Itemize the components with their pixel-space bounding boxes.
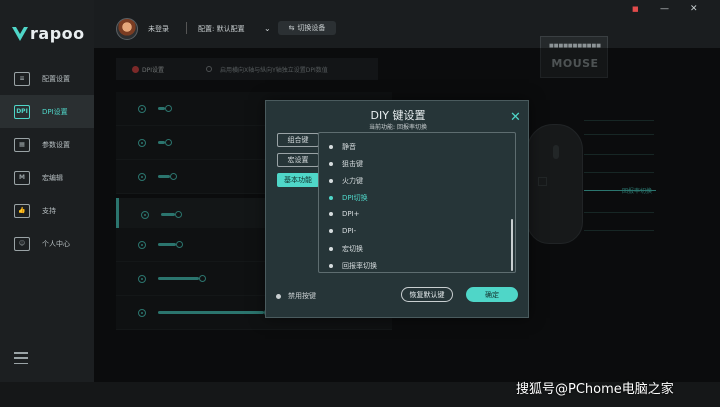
sidebar-item-3[interactable]: M 宏编辑 xyxy=(0,161,94,194)
dpi-icon: DPI xyxy=(14,104,30,119)
function-list-item[interactable]: DPI切换 xyxy=(329,193,368,203)
function-label: 静音 xyxy=(342,143,356,151)
tab-0[interactable]: 组合键 xyxy=(277,133,319,147)
close-icon[interactable]: ✕ xyxy=(510,111,521,124)
sidebar-item-4[interactable]: 👍 支持 xyxy=(0,194,94,227)
function-list-item[interactable]: 宏切换 xyxy=(329,244,363,254)
tab-2[interactable]: 基本功能 xyxy=(277,173,319,187)
diy-key-dialog: DIY 键设置 当前功能: 回报率切换 ✕ 组合键宏设置基本功能 静音狙击键火力… xyxy=(265,100,529,318)
switch-icon: ⇆ xyxy=(288,24,295,32)
list-bullet xyxy=(329,264,333,268)
chevron-down-icon[interactable]: ⌄ xyxy=(264,24,271,33)
function-label: 回报率切换 xyxy=(342,262,377,270)
avatar[interactable] xyxy=(116,18,138,40)
macro-icon: M xyxy=(14,170,30,185)
list-bullet xyxy=(329,145,333,149)
rapoo-logo: rapoo xyxy=(12,24,85,43)
sidebar-item-label: 参数设置 xyxy=(42,140,70,149)
watermark: 搜狐号@PChome电脑之家 xyxy=(516,382,674,397)
sidebar-item-0[interactable]: ≡ 配置设置 xyxy=(0,62,94,95)
sidebar-item-label: 配置设置 xyxy=(42,74,70,83)
function-list-item[interactable]: 静音 xyxy=(329,142,356,152)
user-icon: ☺ xyxy=(14,236,30,251)
config-icon: ≡ xyxy=(14,71,30,86)
sidebar-item-label: 个人中心 xyxy=(42,239,70,248)
disable-key-option[interactable]: 禁用按键 xyxy=(276,291,316,301)
dialog-title: DIY 键设置 xyxy=(370,109,426,122)
sidebar-item-label: DPI设置 xyxy=(42,107,68,116)
function-label: DPI切换 xyxy=(342,194,368,202)
minimize-button[interactable]: — xyxy=(660,4,669,14)
list-bullet xyxy=(329,229,333,233)
function-list[interactable]: 静音狙击键火力键 DPI切换 DPI+ DPI- 宏切换回报率切换 xyxy=(318,132,516,273)
sidebar-item-2[interactable]: ▦ 参数设置 xyxy=(0,128,94,161)
dialog-subtitle: 当前功能: 回报率切换 xyxy=(369,124,427,131)
disable-key-bullet xyxy=(276,293,281,299)
function-label: 狙击键 xyxy=(342,160,363,168)
function-list-item[interactable]: DPI- xyxy=(329,227,356,235)
switch-device-label: 切换设备 xyxy=(297,24,326,32)
function-list-item[interactable]: DPI+ xyxy=(329,210,360,218)
function-label: 宏切换 xyxy=(342,245,363,253)
login-status[interactable]: 未登录 xyxy=(148,24,169,34)
logo-text: rapoo xyxy=(30,24,85,43)
close-window-button[interactable]: ✕ xyxy=(690,4,698,14)
rapoo-logo-mark-icon xyxy=(12,26,28,41)
function-list-item[interactable]: 火力键 xyxy=(329,176,363,186)
sidebar-item-label: 宏编辑 xyxy=(42,173,63,182)
sidebar-item-5[interactable]: ☺ 个人中心 xyxy=(0,227,94,260)
list-bullet xyxy=(329,179,333,183)
confirm-button[interactable]: 确定 xyxy=(466,287,518,302)
profile-label: 配置: 默认配置 xyxy=(198,25,245,33)
sidebar: rapoo ≡ 配置设置 DPI DPI设置 ▦ 参数设置 M 宏编辑 👍 支持 ☺ 个人中心 xyxy=(0,0,94,382)
sidebar-item-1[interactable]: DPI DPI设置 xyxy=(0,95,94,128)
sidebar-item-label: 支持 xyxy=(42,206,56,215)
function-label: DPI+ xyxy=(342,210,360,218)
top-bar: 未登录 配置: 默认配置 ⌄ ⇆ 切换设备 ■ — ✕ xyxy=(94,0,720,48)
function-list-item[interactable]: 回报率切换 xyxy=(329,261,377,271)
function-label: 火力键 xyxy=(342,177,363,185)
record-indicator-icon: ■ xyxy=(632,5,639,13)
list-bullet xyxy=(329,162,333,166)
list-scrollbar[interactable] xyxy=(511,219,513,271)
disable-key-label: 禁用按键 xyxy=(288,292,316,300)
collapse-menu-icon[interactable] xyxy=(14,352,28,364)
list-bullet xyxy=(329,247,333,251)
switch-device-button[interactable]: ⇆ 切换设备 xyxy=(278,21,336,35)
function-label: DPI- xyxy=(342,227,357,235)
sidebar-nav: ≡ 配置设置 DPI DPI设置 ▦ 参数设置 M 宏编辑 👍 支持 ☺ 个人中心 xyxy=(0,62,94,260)
function-list-item[interactable]: 狙击键 xyxy=(329,159,363,169)
restore-default-button[interactable]: 恢复默认键 xyxy=(401,287,453,302)
list-bullet xyxy=(329,212,333,216)
list-bullet xyxy=(329,196,333,200)
tab-1[interactable]: 宏设置 xyxy=(277,153,319,167)
divider xyxy=(186,22,187,34)
params-icon: ▦ xyxy=(14,137,30,152)
thumbs-up-icon: 👍 xyxy=(14,203,30,218)
